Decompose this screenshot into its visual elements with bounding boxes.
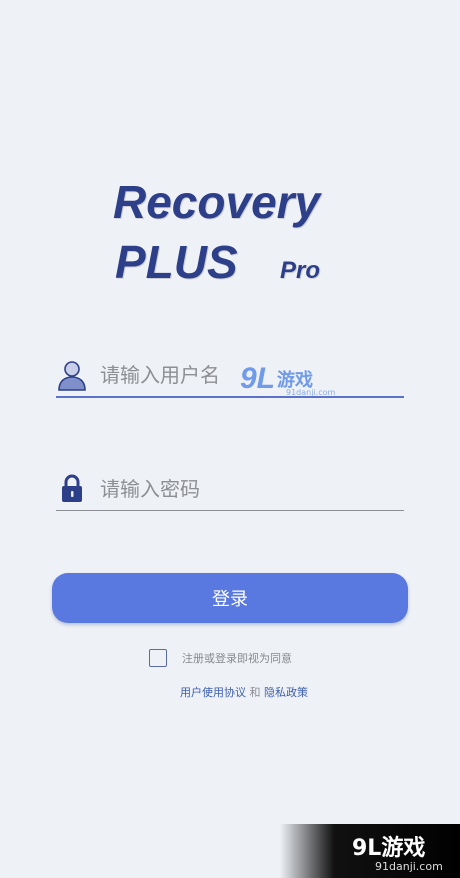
- user-agreement-link[interactable]: 用户使用协议: [180, 686, 246, 699]
- watermark-number: 9L: [240, 362, 276, 395]
- login-button[interactable]: 登录: [52, 573, 408, 623]
- password-input[interactable]: [100, 477, 380, 501]
- username-field[interactable]: [56, 354, 404, 398]
- lock-icon: [56, 473, 88, 505]
- logo-line-plus: PLUS: [115, 236, 238, 288]
- watermark-site: 91danji.com: [286, 388, 336, 397]
- site-watermark: 9L 游戏 91danji.com: [240, 362, 335, 397]
- and-text: 和: [249, 686, 261, 699]
- corner-watermark-site: 91danji.com: [375, 860, 443, 873]
- logo-suffix-pro: Pro: [280, 257, 321, 284]
- agreement-text: 注册或登录即视为同意: [182, 652, 292, 665]
- agreement-row: 注册或登录即视为同意: [149, 649, 292, 667]
- agree-checkbox[interactable]: [149, 649, 167, 667]
- logo-line-recovery: Recovery: [113, 176, 321, 228]
- password-field[interactable]: [56, 468, 404, 511]
- agreement-links: 用户使用协议 和 隐私政策: [180, 684, 308, 700]
- corner-watermark: 9L游戏 91danji.com: [280, 824, 460, 878]
- privacy-policy-link[interactable]: 隐私政策: [264, 686, 308, 699]
- user-icon: [56, 359, 88, 391]
- corner-watermark-logo: 9L游戏: [352, 836, 426, 861]
